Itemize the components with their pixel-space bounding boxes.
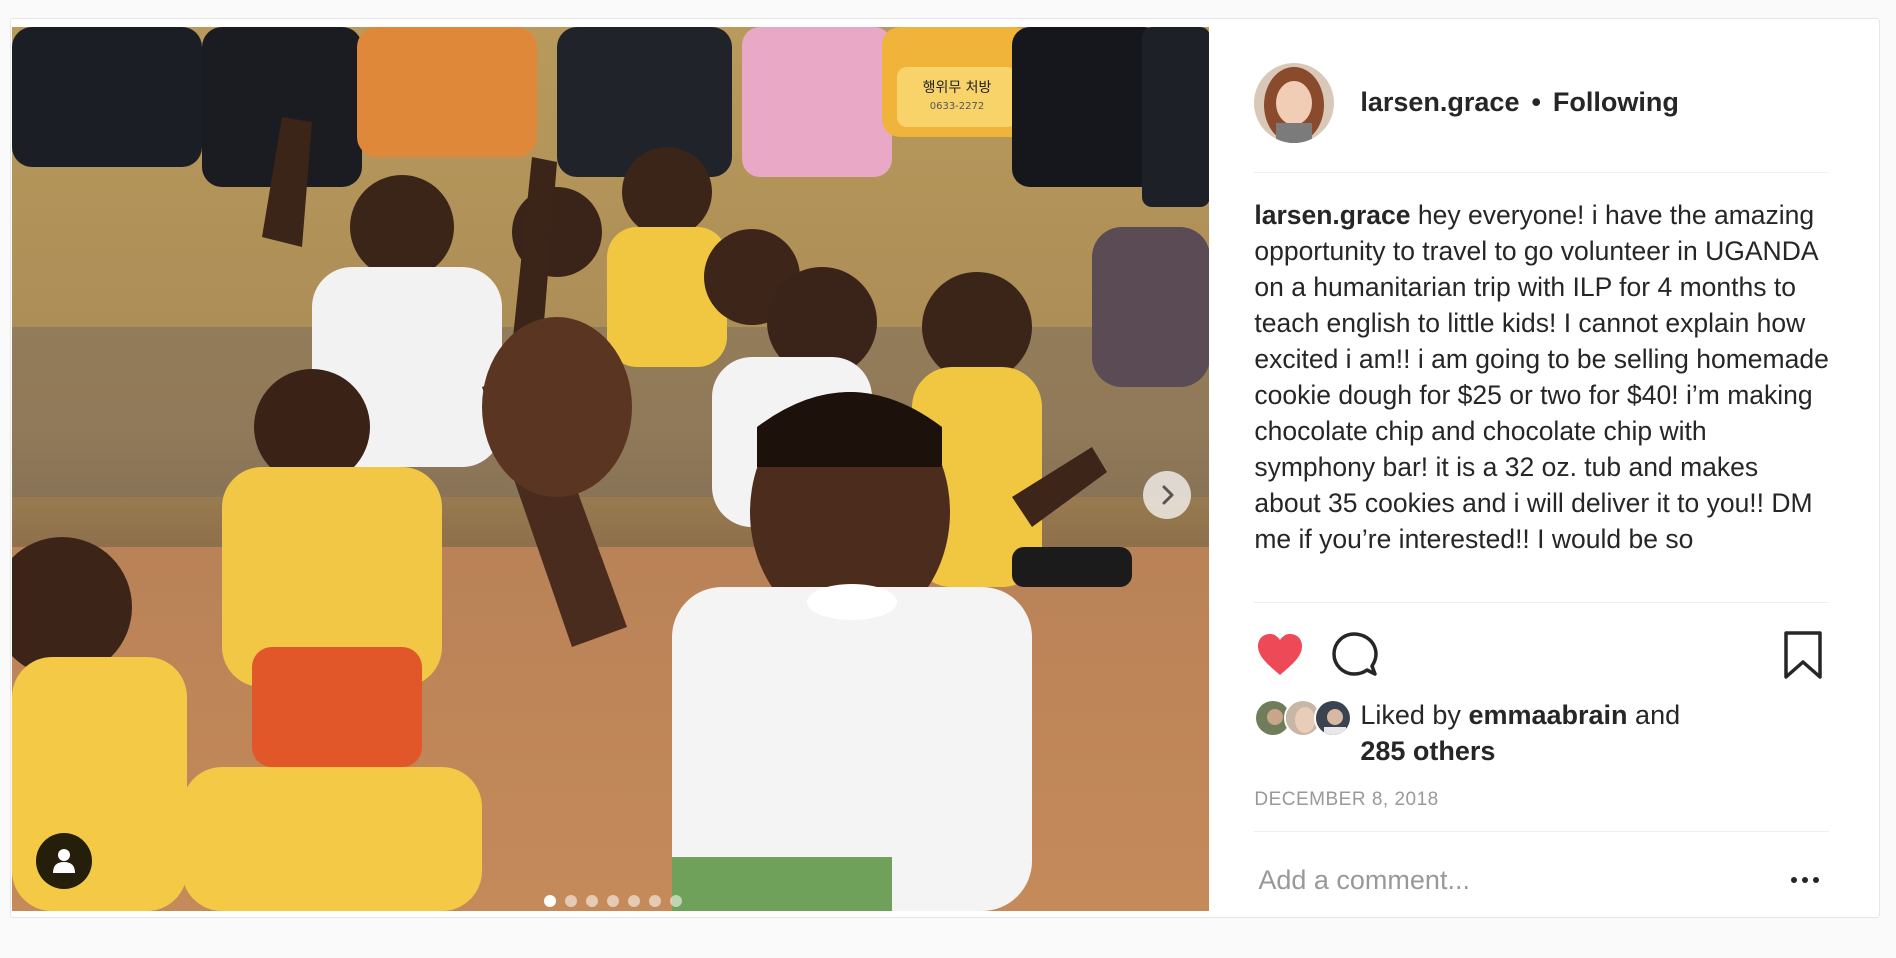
post-side-panel: larsen.grace • Following larsen.grace he… <box>1209 19 1879 917</box>
photo-children-waving: 행위무 처방 0633-2272 <box>12 27 1210 911</box>
save-button[interactable] <box>1783 630 1823 680</box>
action-bar <box>1254 625 1829 685</box>
liked-by-prefix: Liked by <box>1360 700 1461 730</box>
backpack-subtext: 0633-2272 <box>930 101 985 112</box>
post-date[interactable]: DECEMBER 8, 2018 <box>1254 789 1830 832</box>
likes-text: Liked by emmaabrain and 285 others <box>1360 697 1680 769</box>
carousel-dot <box>607 895 619 907</box>
carousel-dot <box>544 895 556 907</box>
liked-by-user[interactable]: emmaabrain <box>1468 700 1627 730</box>
header-username[interactable]: larsen.grace <box>1360 87 1519 118</box>
more-options-icon[interactable] <box>1791 877 1820 883</box>
speech-bubble-icon <box>1332 632 1379 676</box>
carousel-indicator <box>544 895 682 907</box>
instagram-post: 행위무 처방 0633-2272 larsen.grace • Followin… <box>10 18 1880 918</box>
caption-text: hey everyone! i have the amazing opportu… <box>1254 200 1829 554</box>
comment-input[interactable] <box>1254 864 1735 896</box>
liked-by-and: and <box>1635 700 1681 730</box>
post-header: larsen.grace • Following <box>1254 53 1830 173</box>
avatar[interactable] <box>1254 62 1335 143</box>
avatar-photo <box>1254 62 1335 143</box>
user-tag-icon <box>53 849 75 873</box>
carousel-dot <box>628 895 640 907</box>
likes-summary: Liked by emmaabrain and 285 others <box>1254 697 1829 769</box>
carousel-dot <box>649 895 661 907</box>
like-button[interactable] <box>1256 633 1304 677</box>
backpack-text: 행위무 처방 <box>923 80 992 96</box>
heart-filled-icon <box>1258 634 1303 675</box>
caption-username[interactable]: larsen.grace <box>1254 200 1410 230</box>
chevron-right-icon <box>1162 485 1174 505</box>
post-photo[interactable]: 행위무 처방 0633-2272 <box>12 27 1210 911</box>
comment-button[interactable] <box>1332 632 1379 678</box>
carousel-next-button[interactable] <box>1143 471 1191 519</box>
comment-row <box>1254 845 1829 915</box>
carousel-dot <box>670 895 682 907</box>
post-caption: larsen.grace hey everyone! i have the am… <box>1254 197 1830 603</box>
liker-avatar <box>1314 699 1353 737</box>
bookmark-icon <box>1784 631 1823 679</box>
liked-by-others[interactable]: 285 others <box>1360 736 1495 766</box>
tagged-users-button[interactable] <box>36 833 92 889</box>
header-separator: • <box>1531 87 1541 117</box>
carousel-dot <box>565 895 577 907</box>
following-button[interactable]: Following <box>1553 87 1679 118</box>
liker-avatars[interactable] <box>1254 699 1353 737</box>
carousel-dot <box>586 895 598 907</box>
